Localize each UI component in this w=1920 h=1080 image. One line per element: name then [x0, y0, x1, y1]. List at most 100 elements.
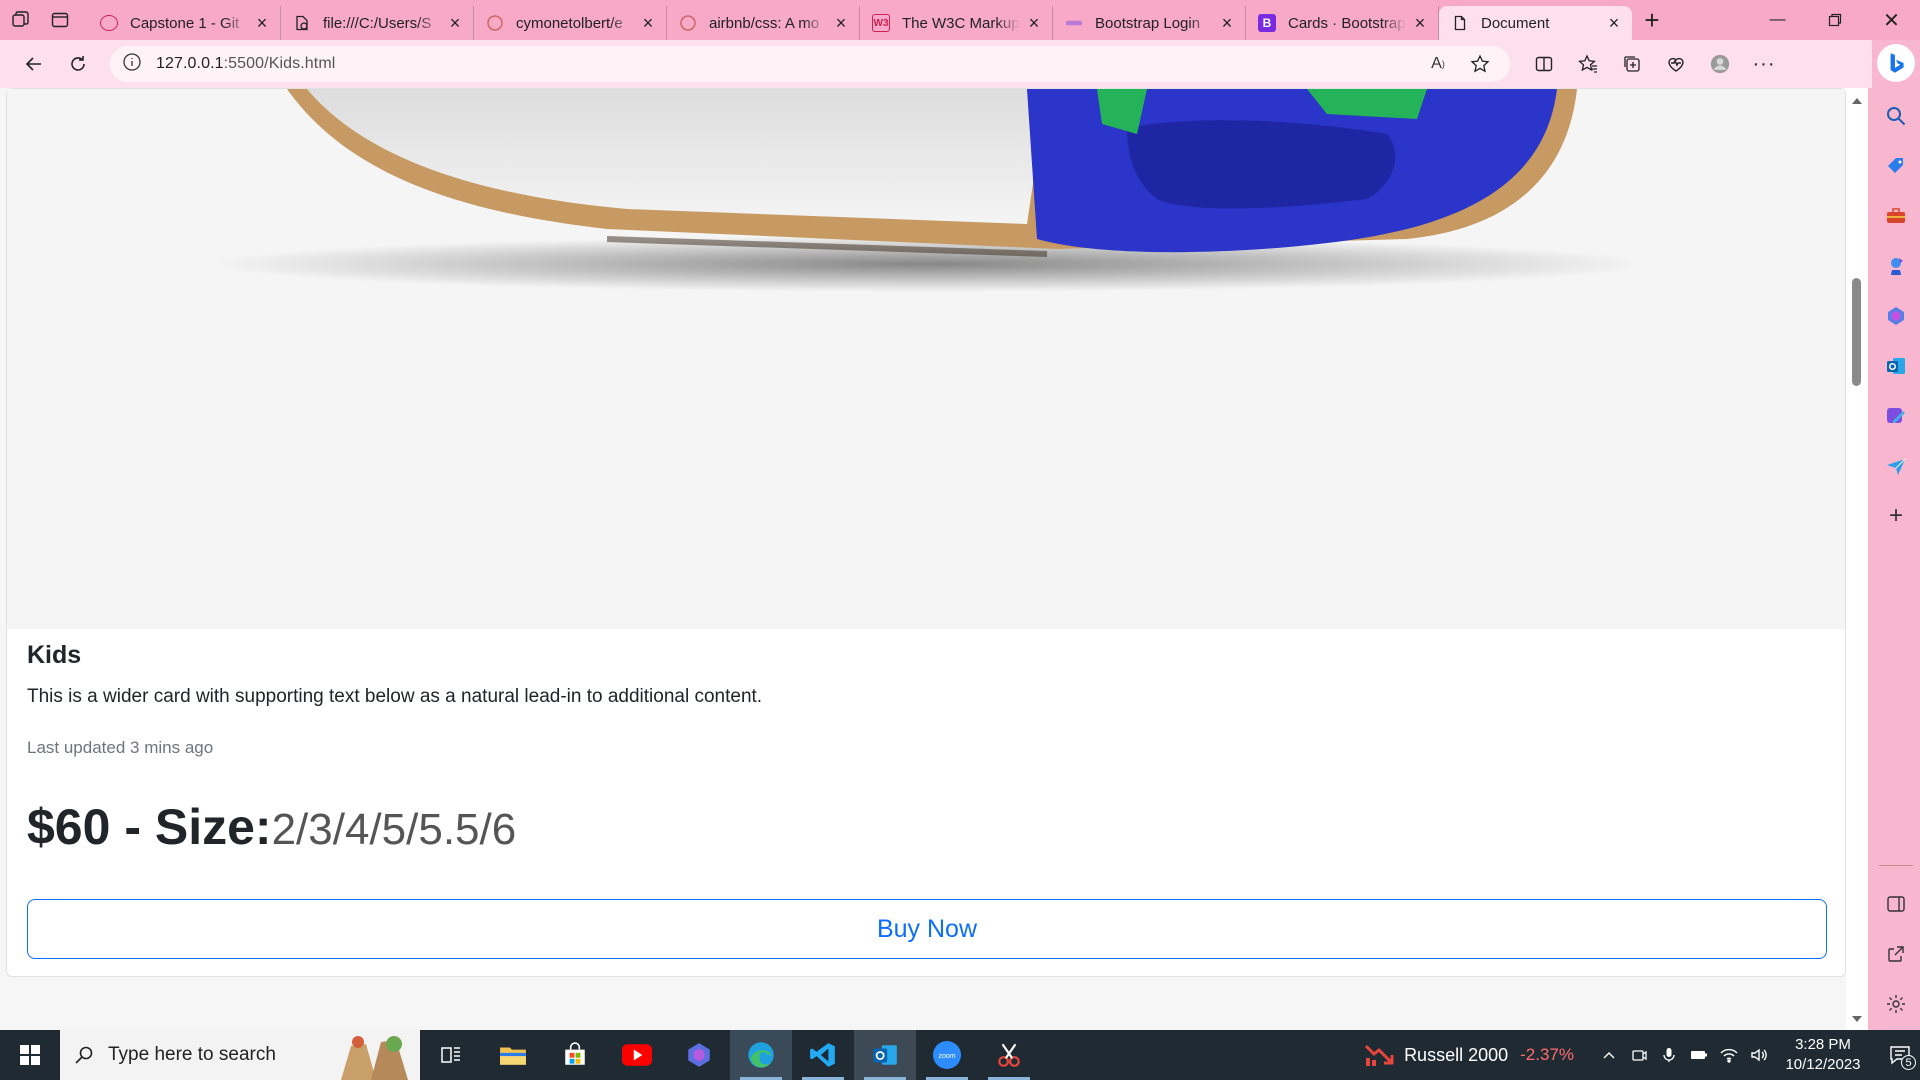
tab-w3c[interactable]: W3 The W3C Markup ×: [860, 6, 1053, 40]
tab-actions-icon[interactable]: [40, 0, 80, 40]
microphone-icon[interactable]: [1660, 1046, 1678, 1064]
notification-center-button[interactable]: 5: [1880, 1030, 1920, 1080]
site-info-icon[interactable]: [122, 52, 142, 77]
close-icon[interactable]: ×: [640, 14, 656, 32]
camera-icon[interactable]: [1630, 1046, 1648, 1064]
task-view-icon[interactable]: [420, 1030, 482, 1080]
tab-github-cymonetolbert[interactable]: cymonetolbert/e ×: [474, 6, 667, 40]
url-text: 127.0.0.1:5500/Kids.html: [156, 55, 335, 73]
vscode-icon[interactable]: [792, 1030, 854, 1080]
hide-sidebar-icon[interactable]: [1880, 888, 1912, 920]
tab-strip: Capstone 1 - Git × file:///C:/Users/S × …: [0, 0, 1920, 40]
shoe-image: [207, 89, 1647, 292]
bootstrap-login-icon: [1065, 14, 1083, 32]
shopping-icon[interactable]: [1880, 150, 1912, 182]
github-icon: [486, 14, 504, 32]
scroll-up-arrow[interactable]: [1852, 98, 1862, 104]
copilot-app-icon[interactable]: [668, 1030, 730, 1080]
send-icon[interactable]: [1880, 450, 1912, 482]
restore-button[interactable]: [1806, 0, 1863, 40]
volume-icon[interactable]: [1750, 1046, 1768, 1064]
back-button[interactable]: [12, 44, 56, 84]
bootstrap-icon: B: [1258, 14, 1276, 32]
zoom-icon[interactable]: zoom: [916, 1030, 978, 1080]
price-label: $60 - Size:: [27, 799, 272, 855]
buy-now-button[interactable]: Buy Now: [27, 899, 1827, 959]
add-sidebar-app-icon[interactable]: +: [1880, 500, 1912, 532]
product-card: Kids This is a wider card with supportin…: [6, 88, 1846, 977]
taskbar-clock[interactable]: 3:28 PM 10/12/2023: [1782, 1035, 1864, 1075]
tab-title: Document: [1481, 14, 1550, 32]
close-icon[interactable]: ×: [1026, 14, 1042, 32]
read-aloud-icon[interactable]: A): [1420, 44, 1456, 84]
scroll-down-arrow[interactable]: [1852, 1016, 1862, 1022]
close-icon[interactable]: ×: [1606, 14, 1622, 32]
tab-title: Cards · Bootstrap: [1288, 14, 1406, 32]
collections-icon[interactable]: [1610, 44, 1654, 84]
open-external-icon[interactable]: [1880, 938, 1912, 970]
youtube-icon[interactable]: [606, 1030, 668, 1080]
close-icon[interactable]: ×: [1219, 14, 1235, 32]
battery-icon[interactable]: [1690, 1046, 1708, 1064]
tab-github-airbnb[interactable]: airbnb/css: A mo ×: [667, 6, 860, 40]
profile-avatar[interactable]: [1698, 44, 1742, 84]
w3c-icon: W3: [872, 14, 890, 32]
scroll-thumb[interactable]: [1852, 278, 1861, 386]
browser-essentials-icon[interactable]: [1654, 44, 1698, 84]
clock-date: 10/12/2023: [1785, 1056, 1861, 1073]
page-scrollbar[interactable]: [1846, 88, 1868, 1030]
file-explorer-icon[interactable]: [482, 1030, 544, 1080]
close-icon[interactable]: ×: [833, 14, 849, 32]
close-icon[interactable]: ×: [254, 14, 270, 32]
minimize-button[interactable]: —: [1749, 0, 1806, 40]
tools-icon[interactable]: [1880, 200, 1912, 232]
tab-bootstrap-cards[interactable]: B Cards · Bootstrap ×: [1246, 6, 1439, 40]
search-icon[interactable]: [1880, 100, 1912, 132]
edge-sidebar: +: [1872, 40, 1920, 1030]
zoom-label: zoom: [938, 1053, 955, 1060]
capstone-favicon-icon: [100, 15, 118, 31]
workspaces-icon[interactable]: [0, 0, 40, 40]
close-icon[interactable]: ×: [1412, 14, 1428, 32]
favorites-icon[interactable]: [1566, 44, 1610, 84]
taskbar-search-box[interactable]: Type here to search: [60, 1030, 420, 1080]
stock-widget[interactable]: Russell 2000 -2.37%: [1364, 1042, 1574, 1068]
stock-down-icon: [1365, 1044, 1394, 1066]
outlook-icon[interactable]: [1880, 350, 1912, 382]
microsoft-store-icon[interactable]: [544, 1030, 606, 1080]
settings-more-icon[interactable]: ···: [1742, 44, 1786, 84]
new-tab-button[interactable]: +: [1632, 0, 1672, 40]
split-screen-icon[interactable]: [1522, 44, 1566, 84]
product-image: [7, 89, 1845, 629]
card-text: This is a wider card with supporting tex…: [27, 686, 763, 707]
copilot-icon[interactable]: [1877, 44, 1915, 82]
window-controls: — ✕: [1749, 0, 1920, 40]
refresh-button[interactable]: [56, 44, 100, 84]
chevron-up-icon[interactable]: [1600, 1046, 1618, 1064]
close-icon[interactable]: ×: [447, 14, 463, 32]
page-viewport: Kids This is a wider card with supportin…: [0, 88, 1846, 1030]
sidebar-settings-gear-icon[interactable]: [1880, 988, 1912, 1020]
tab-document[interactable]: Document ×: [1439, 6, 1632, 40]
designer-icon[interactable]: [1880, 400, 1912, 432]
url-host: 127.0.0.1: [156, 55, 224, 72]
search-icon: [75, 1046, 93, 1064]
tab-bootstrap-login[interactable]: Bootstrap Login ×: [1053, 6, 1246, 40]
address-bar[interactable]: 127.0.0.1:5500/Kids.html A): [110, 46, 1510, 82]
last-updated-text: Last updated 3 mins ago: [27, 738, 214, 757]
snipping-tool-icon[interactable]: [978, 1030, 1040, 1080]
card-title: Kids: [27, 641, 82, 669]
games-icon[interactable]: [1880, 250, 1912, 282]
outlook-app-icon[interactable]: [854, 1030, 916, 1080]
price-heading: $60 - Size:2/3/4/5/5.5/6: [27, 798, 1827, 856]
wifi-icon[interactable]: [1720, 1046, 1738, 1064]
close-window-button[interactable]: ✕: [1863, 0, 1920, 40]
stock-name: Russell 2000: [1404, 1044, 1509, 1065]
tab-file[interactable]: file:///C:/Users/S ×: [281, 6, 474, 40]
favorite-star-icon[interactable]: [1462, 44, 1498, 84]
start-button[interactable]: [0, 1030, 60, 1080]
microsoft-365-icon[interactable]: [1880, 300, 1912, 332]
windows-taskbar: Type here to search zoom Russell 2000 -2…: [0, 1030, 1920, 1080]
tab-capstone[interactable]: Capstone 1 - Git ×: [88, 6, 281, 40]
edge-icon[interactable]: [730, 1030, 792, 1080]
